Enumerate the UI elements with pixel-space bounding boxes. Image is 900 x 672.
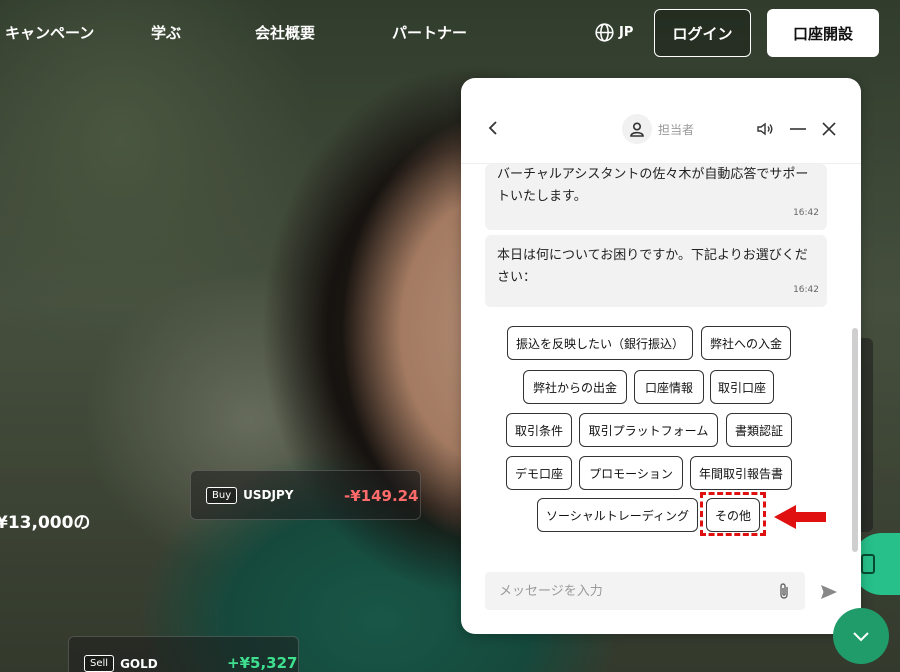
nav-item-company[interactable]: 会社概要	[255, 22, 315, 43]
chevron-left-icon	[488, 121, 497, 135]
sound-button[interactable]	[755, 119, 775, 139]
ticker-usdjpy[interactable]: Buy USDJPY -¥149.24	[190, 470, 421, 520]
ticker-symbol: GOLD	[120, 657, 158, 671]
login-button[interactable]: ログイン	[654, 9, 751, 57]
ticker-gold[interactable]: Sell GOLD +¥5,327	[68, 636, 299, 672]
close-icon	[822, 122, 836, 136]
agent-avatar	[622, 114, 652, 144]
ticker-symbol: USDJPY	[243, 488, 294, 502]
option-other[interactable]: その他	[706, 498, 760, 532]
open-account-button[interactable]: 口座開設	[767, 9, 879, 57]
minus-icon	[790, 128, 806, 130]
chat-message: バーチャルアシスタントの佐々木が自動応答でサポートいたします。 16:42	[485, 164, 827, 230]
option-trading-platform[interactable]: 取引プラットフォーム	[579, 413, 718, 447]
phone-icon	[861, 554, 875, 574]
chat-message: 本日は何についてお困りですか。下記よりお選びください： 16:42	[485, 235, 827, 307]
back-button[interactable]	[485, 118, 501, 138]
red-arrow-icon	[774, 505, 826, 529]
option-withdrawal[interactable]: 弊社からの出金	[523, 370, 627, 404]
option-promotion[interactable]: プロモーション	[579, 456, 683, 490]
option-demo-account[interactable]: デモ口座	[506, 456, 572, 490]
option-trading-conditions[interactable]: 取引条件	[506, 413, 572, 447]
language-selector[interactable]: JP	[594, 22, 633, 43]
send-icon	[821, 585, 837, 599]
message-text: 本日は何についてお困りですか。下記よりお選びください：	[497, 248, 808, 285]
message-time: 16:42	[793, 208, 819, 218]
option-deposit[interactable]: 弊社への入金	[701, 326, 791, 360]
nav-item-partner[interactable]: パートナー	[392, 22, 467, 43]
message-text: バーチャルアシスタントの佐々木が自動応答でサポートいたします。	[497, 167, 809, 204]
nav-item-campaign[interactable]: キャンペーン	[5, 22, 94, 43]
option-trading-account[interactable]: 取引口座	[710, 370, 774, 404]
option-account-info[interactable]: 口座情報	[634, 370, 704, 404]
minimize-button[interactable]	[789, 119, 807, 139]
ticker-price: -¥149.24	[344, 487, 419, 505]
chevron-down-icon	[853, 631, 869, 641]
option-annual-report[interactable]: 年間取引報告書	[690, 456, 792, 490]
message-composer	[485, 572, 805, 610]
agent-label: 担当者	[658, 122, 695, 137]
message-time: 16:42	[793, 285, 819, 295]
nav-item-learn[interactable]: 学ぶ	[151, 22, 181, 43]
chat-header: 担当者	[461, 78, 861, 164]
globe-icon	[595, 23, 614, 42]
chat-scrollbar[interactable]	[852, 328, 858, 552]
speaker-icon	[757, 122, 773, 136]
ticker-badge: Sell	[84, 655, 115, 672]
chat-widget: 担当者 バーチャルアシスタントの佐々木が自動応答でサポートいたします。 16:4…	[461, 78, 861, 634]
option-document-verification[interactable]: 書類認証	[726, 413, 792, 447]
user-icon	[630, 122, 644, 137]
option-social-trading[interactable]: ソーシャルトレーディング	[537, 498, 698, 532]
top-nav: キャンペーン 学ぶ 会社概要 パートナー JP ログイン 口座開設	[0, 0, 900, 66]
close-button[interactable]	[819, 119, 839, 139]
promo-text: ¥13,000の	[0, 513, 91, 533]
option-bank-transfer[interactable]: 振込を反映したい（銀行振込）	[507, 326, 693, 360]
language-label: JP	[619, 25, 634, 40]
side-ticker-panel	[861, 338, 873, 532]
ticker-badge: Buy	[206, 486, 238, 504]
collapse-chat-button[interactable]	[833, 608, 889, 664]
ticker-price: +¥5,327	[227, 654, 298, 672]
send-button[interactable]	[819, 582, 839, 602]
message-input[interactable]	[499, 583, 777, 599]
agent-info: 担当者	[622, 114, 694, 144]
paperclip-icon[interactable]	[777, 582, 791, 600]
